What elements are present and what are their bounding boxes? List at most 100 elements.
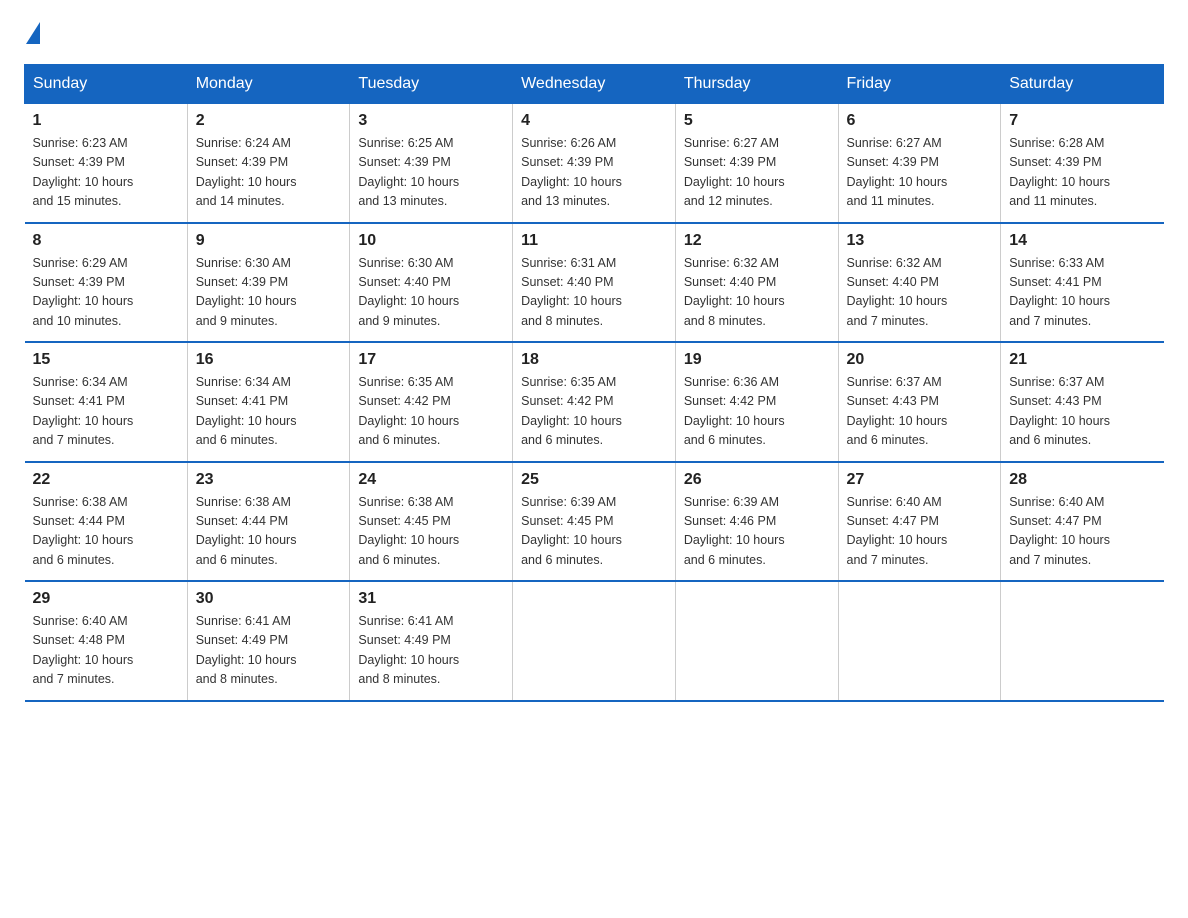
day-info-23: Sunrise: 6:38 AMSunset: 4:44 PMDaylight:… (196, 493, 342, 571)
day-cell-15: 15 Sunrise: 6:34 AMSunset: 4:41 PMDayligh… (25, 342, 188, 462)
day-number-27: 27 (847, 471, 993, 489)
day-cell-30: 30 Sunrise: 6:41 AMSunset: 4:49 PMDayligh… (187, 581, 350, 701)
day-number-28: 28 (1009, 471, 1155, 489)
day-cell-4: 4 Sunrise: 6:26 AMSunset: 4:39 PMDaylight… (513, 104, 676, 223)
logo-triangle-icon (26, 22, 40, 44)
day-number-21: 21 (1009, 351, 1155, 369)
day-info-8: Sunrise: 6:29 AMSunset: 4:39 PMDaylight:… (33, 254, 179, 332)
day-info-13: Sunrise: 6:32 AMSunset: 4:40 PMDaylight:… (847, 254, 993, 332)
day-info-28: Sunrise: 6:40 AMSunset: 4:47 PMDaylight:… (1009, 493, 1155, 571)
day-info-22: Sunrise: 6:38 AMSunset: 4:44 PMDaylight:… (33, 493, 179, 571)
day-cell-22: 22 Sunrise: 6:38 AMSunset: 4:44 PMDayligh… (25, 462, 188, 582)
logo (24, 24, 46, 44)
day-info-27: Sunrise: 6:40 AMSunset: 4:47 PMDaylight:… (847, 493, 993, 571)
day-info-20: Sunrise: 6:37 AMSunset: 4:43 PMDaylight:… (847, 373, 993, 451)
day-number-31: 31 (358, 590, 504, 608)
day-number-30: 30 (196, 590, 342, 608)
day-info-21: Sunrise: 6:37 AMSunset: 4:43 PMDaylight:… (1009, 373, 1155, 451)
header-tuesday: Tuesday (350, 65, 513, 104)
day-info-2: Sunrise: 6:24 AMSunset: 4:39 PMDaylight:… (196, 134, 342, 212)
day-info-24: Sunrise: 6:38 AMSunset: 4:45 PMDaylight:… (358, 493, 504, 571)
day-cell-24: 24 Sunrise: 6:38 AMSunset: 4:45 PMDayligh… (350, 462, 513, 582)
day-info-10: Sunrise: 6:30 AMSunset: 4:40 PMDaylight:… (358, 254, 504, 332)
day-cell-6: 6 Sunrise: 6:27 AMSunset: 4:39 PMDaylight… (838, 104, 1001, 223)
day-info-3: Sunrise: 6:25 AMSunset: 4:39 PMDaylight:… (358, 134, 504, 212)
week-row-1: 1 Sunrise: 6:23 AMSunset: 4:39 PMDaylight… (25, 104, 1164, 223)
day-info-26: Sunrise: 6:39 AMSunset: 4:46 PMDaylight:… (684, 493, 830, 571)
header-monday: Monday (187, 65, 350, 104)
day-number-5: 5 (684, 112, 830, 130)
empty-cell-w5-d3 (513, 581, 676, 701)
day-number-29: 29 (33, 590, 179, 608)
day-cell-20: 20 Sunrise: 6:37 AMSunset: 4:43 PMDayligh… (838, 342, 1001, 462)
day-info-29: Sunrise: 6:40 AMSunset: 4:48 PMDaylight:… (33, 612, 179, 690)
day-info-18: Sunrise: 6:35 AMSunset: 4:42 PMDaylight:… (521, 373, 667, 451)
day-cell-9: 9Sunrise: 6:30 AMSunset: 4:39 PMDaylight… (187, 223, 350, 343)
day-cell-10: 10Sunrise: 6:30 AMSunset: 4:40 PMDayligh… (350, 223, 513, 343)
day-info-11: Sunrise: 6:31 AMSunset: 4:40 PMDaylight:… (521, 254, 667, 332)
day-number-17: 17 (358, 351, 504, 369)
day-info-12: Sunrise: 6:32 AMSunset: 4:40 PMDaylight:… (684, 254, 830, 332)
day-info-15: Sunrise: 6:34 AMSunset: 4:41 PMDaylight:… (33, 373, 179, 451)
day-cell-23: 23 Sunrise: 6:38 AMSunset: 4:44 PMDayligh… (187, 462, 350, 582)
day-number-6: 6 (847, 112, 993, 130)
day-cell-11: 11 Sunrise: 6:31 AMSunset: 4:40 PMDayligh… (513, 223, 676, 343)
day-info-16: Sunrise: 6:34 AMSunset: 4:41 PMDaylight:… (196, 373, 342, 451)
day-cell-18: 18 Sunrise: 6:35 AMSunset: 4:42 PMDayligh… (513, 342, 676, 462)
day-info-6: Sunrise: 6:27 AMSunset: 4:39 PMDaylight:… (847, 134, 993, 212)
day-number-15: 15 (33, 351, 179, 369)
day-info-7: Sunrise: 6:28 AMSunset: 4:39 PMDaylight:… (1009, 134, 1155, 212)
calendar-table: SundayMondayTuesdayWednesdayThursdayFrid… (24, 64, 1164, 702)
day-cell-14: 14Sunrise: 6:33 AMSunset: 4:41 PMDayligh… (1001, 223, 1164, 343)
day-info-30: Sunrise: 6:41 AMSunset: 4:49 PMDaylight:… (196, 612, 342, 690)
day-cell-7: 7 Sunrise: 6:28 AMSunset: 4:39 PMDaylight… (1001, 104, 1164, 223)
week-row-4: 22 Sunrise: 6:38 AMSunset: 4:44 PMDayligh… (25, 462, 1164, 582)
day-cell-3: 3 Sunrise: 6:25 AMSunset: 4:39 PMDaylight… (350, 104, 513, 223)
week-row-3: 15 Sunrise: 6:34 AMSunset: 4:41 PMDayligh… (25, 342, 1164, 462)
week-row-5: 29 Sunrise: 6:40 AMSunset: 4:48 PMDayligh… (25, 581, 1164, 701)
empty-cell-w5-d5 (838, 581, 1001, 701)
day-number-12: 12 (684, 232, 830, 250)
day-number-4: 4 (521, 112, 667, 130)
day-number-19: 19 (684, 351, 830, 369)
day-number-26: 26 (684, 471, 830, 489)
day-info-19: Sunrise: 6:36 AMSunset: 4:42 PMDaylight:… (684, 373, 830, 451)
week-row-2: 8Sunrise: 6:29 AMSunset: 4:39 PMDaylight… (25, 223, 1164, 343)
day-info-31: Sunrise: 6:41 AMSunset: 4:49 PMDaylight:… (358, 612, 504, 690)
day-cell-29: 29 Sunrise: 6:40 AMSunset: 4:48 PMDayligh… (25, 581, 188, 701)
day-number-18: 18 (521, 351, 667, 369)
header-saturday: Saturday (1001, 65, 1164, 104)
day-cell-26: 26 Sunrise: 6:39 AMSunset: 4:46 PMDayligh… (675, 462, 838, 582)
day-cell-16: 16 Sunrise: 6:34 AMSunset: 4:41 PMDayligh… (187, 342, 350, 462)
day-number-1: 1 (33, 112, 179, 130)
day-number-25: 25 (521, 471, 667, 489)
day-cell-25: 25Sunrise: 6:39 AMSunset: 4:45 PMDayligh… (513, 462, 676, 582)
day-cell-5: 5 Sunrise: 6:27 AMSunset: 4:39 PMDaylight… (675, 104, 838, 223)
day-number-22: 22 (33, 471, 179, 489)
day-number-16: 16 (196, 351, 342, 369)
day-number-13: 13 (847, 232, 993, 250)
day-number-7: 7 (1009, 112, 1155, 130)
day-info-4: Sunrise: 6:26 AMSunset: 4:39 PMDaylight:… (521, 134, 667, 212)
day-cell-12: 12 Sunrise: 6:32 AMSunset: 4:40 PMDayligh… (675, 223, 838, 343)
day-cell-19: 19 Sunrise: 6:36 AMSunset: 4:42 PMDayligh… (675, 342, 838, 462)
day-number-3: 3 (358, 112, 504, 130)
day-number-20: 20 (847, 351, 993, 369)
empty-cell-w5-d4 (675, 581, 838, 701)
day-cell-21: 21 Sunrise: 6:37 AMSunset: 4:43 PMDayligh… (1001, 342, 1164, 462)
empty-cell-w5-d6 (1001, 581, 1164, 701)
day-number-11: 11 (521, 232, 667, 250)
day-info-17: Sunrise: 6:35 AMSunset: 4:42 PMDaylight:… (358, 373, 504, 451)
header-friday: Friday (838, 65, 1001, 104)
page-header (24, 24, 1164, 44)
day-number-9: 9 (196, 232, 342, 250)
day-number-24: 24 (358, 471, 504, 489)
day-cell-17: 17 Sunrise: 6:35 AMSunset: 4:42 PMDayligh… (350, 342, 513, 462)
day-number-23: 23 (196, 471, 342, 489)
header-wednesday: Wednesday (513, 65, 676, 104)
day-cell-31: 31 Sunrise: 6:41 AMSunset: 4:49 PMDayligh… (350, 581, 513, 701)
day-info-5: Sunrise: 6:27 AMSunset: 4:39 PMDaylight:… (684, 134, 830, 212)
day-cell-2: 2Sunrise: 6:24 AMSunset: 4:39 PMDaylight… (187, 104, 350, 223)
calendar-header-row: SundayMondayTuesdayWednesdayThursdayFrid… (25, 65, 1164, 104)
day-info-1: Sunrise: 6:23 AMSunset: 4:39 PMDaylight:… (33, 134, 179, 212)
